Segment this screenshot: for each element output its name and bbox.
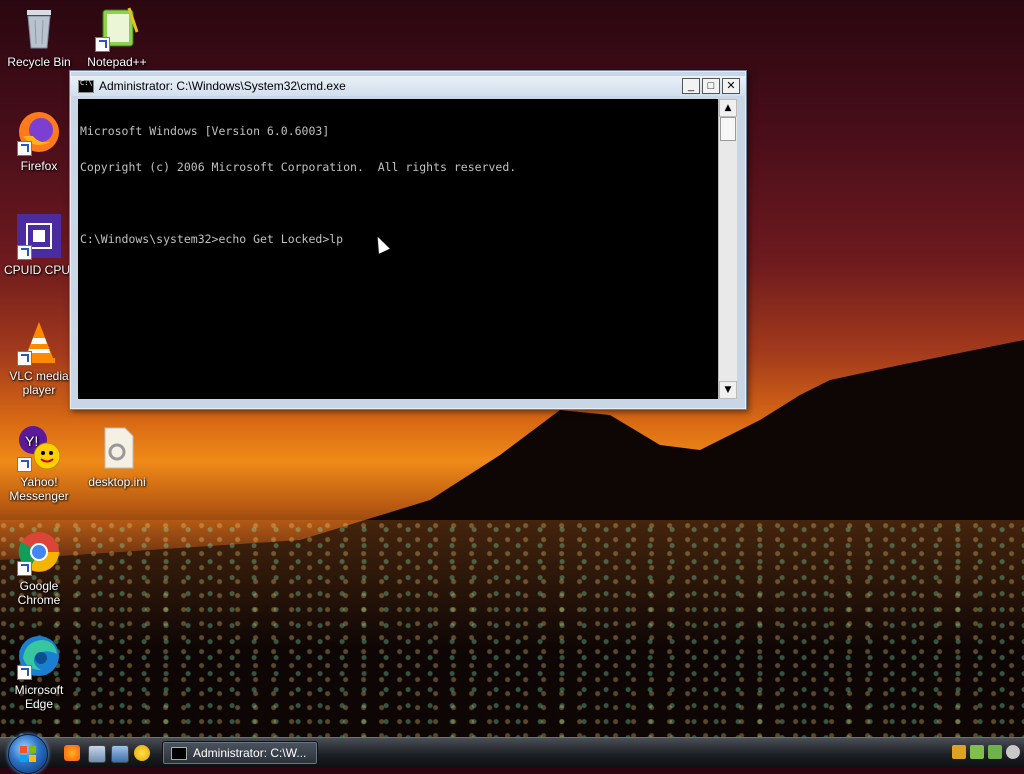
desktop-icon-notepadpp[interactable]: Notepad++: [80, 4, 154, 69]
desktop-icon-desktop-ini[interactable]: desktop.ini: [80, 424, 154, 489]
desktop-icon-label: Notepad++: [87, 55, 147, 69]
settings-file-icon: [93, 424, 141, 472]
cmd-window[interactable]: Administrator: C:\Windows\System32\cmd.e…: [69, 70, 747, 410]
network-icon[interactable]: [988, 745, 1002, 759]
firefox-quicklaunch-icon[interactable]: [64, 745, 80, 761]
edge-icon: [15, 632, 63, 680]
desktop-icon-label: VLC media player: [9, 369, 69, 397]
console-line: Copyright (c) 2006 Microsoft Corporation…: [80, 160, 517, 174]
safely-remove-hardware-icon[interactable]: [970, 745, 984, 759]
show-desktop-icon[interactable]: [88, 745, 106, 763]
desktop-icon-label: Yahoo! Messenger: [9, 475, 69, 503]
taskbar: Administrator: C:\W...: [0, 734, 1024, 774]
scroll-up-arrow-icon[interactable]: ▲: [719, 99, 737, 117]
console-line: C:\Windows\system32>echo Get Locked>lp: [80, 232, 344, 246]
desktop-icon-label: desktop.ini: [88, 475, 146, 489]
desktop-icon-label: CPUID CPU-: [3, 263, 74, 277]
desktop-icon-recycle-bin[interactable]: Recycle Bin: [2, 4, 76, 69]
notepadpp-icon: [93, 4, 141, 52]
close-button[interactable]: ✕: [722, 78, 740, 94]
switch-windows-icon[interactable]: [111, 745, 129, 763]
console-output[interactable]: Microsoft Windows [Version 6.0.6003] Cop…: [78, 99, 718, 399]
volume-icon[interactable]: [1006, 745, 1020, 759]
system-tray: [952, 745, 1020, 759]
cmd-icon: [171, 746, 187, 760]
maximize-button[interactable]: □: [702, 78, 720, 94]
cmd-icon: [78, 79, 94, 93]
security-shield-icon[interactable]: [952, 745, 966, 759]
minimize-button[interactable]: _: [682, 78, 700, 94]
window-titlebar[interactable]: Administrator: C:\Windows\System32\cmd.e…: [70, 76, 746, 96]
scrollbar-thumb[interactable]: [720, 117, 736, 141]
window-title: Administrator: C:\Windows\System32\cmd.e…: [99, 79, 346, 93]
desktop-icon-cpuid[interactable]: CPUID CPU-: [2, 212, 76, 277]
desktop-icon-google-chrome[interactable]: Google Chrome: [2, 528, 76, 607]
desktop-icon-vlc[interactable]: VLC media player: [2, 318, 76, 397]
chrome-icon: [15, 528, 63, 576]
scroll-down-arrow-icon[interactable]: ▼: [719, 381, 737, 399]
desktop-icon-label: Firefox: [20, 159, 58, 173]
vertical-scrollbar[interactable]: ▲ ▼: [718, 99, 737, 399]
start-button[interactable]: [8, 734, 48, 774]
vlc-cone-icon: [15, 318, 63, 366]
yahoo-messenger-quicklaunch-icon[interactable]: [134, 745, 150, 761]
cpu-icon: [15, 212, 63, 260]
desktop-icon-firefox[interactable]: Firefox: [2, 108, 76, 173]
firefox-icon: [15, 108, 63, 156]
wallpaper-city-lights: [0, 520, 1024, 740]
svg-text:Y!: Y!: [25, 433, 38, 449]
desktop-icon-label: Recycle Bin: [7, 55, 71, 69]
desktop-icon-microsoft-edge[interactable]: Microsoft Edge: [2, 632, 76, 711]
desktop-icon-label: Google Chrome: [17, 579, 61, 607]
desktop-icon-yahoo-messenger[interactable]: Y! Yahoo! Messenger: [2, 424, 76, 503]
yahoo-smiley-icon: Y!: [15, 424, 63, 472]
desktop-icon-label: Microsoft Edge: [14, 683, 64, 711]
taskbar-button-label: Administrator: C:\W...: [193, 746, 307, 760]
console-line: Microsoft Windows [Version 6.0.6003]: [80, 124, 330, 138]
recycle-bin-icon: [15, 4, 63, 52]
taskbar-button-cmd[interactable]: Administrator: C:\W...: [162, 741, 318, 765]
